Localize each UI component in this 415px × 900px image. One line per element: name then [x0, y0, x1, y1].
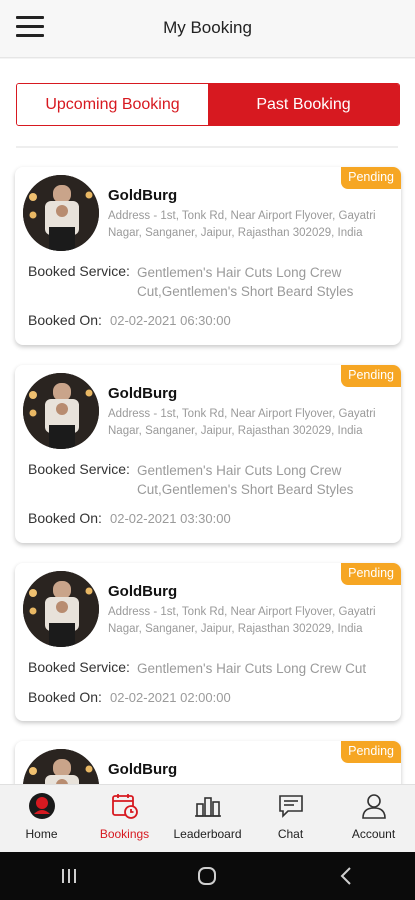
leaderboard-icon	[193, 791, 223, 821]
home-circle-icon	[198, 867, 217, 885]
shop-name: GoldBurg	[108, 385, 178, 402]
home-button[interactable]	[177, 856, 237, 896]
nav-leaderboard-label: Leaderboard	[173, 827, 242, 841]
nav-home-label: Home	[25, 827, 58, 841]
booked-on-label: Booked On:	[28, 312, 102, 328]
nav-bookings[interactable]: Bookings	[83, 785, 166, 852]
nav-home[interactable]: Home	[0, 785, 83, 852]
shop-avatar	[23, 749, 99, 784]
booked-service-value: Gentlemen's Hair Cuts Long Crew Cut,Gent…	[137, 265, 354, 299]
tab-past-booking[interactable]: Past Booking	[208, 84, 399, 125]
calendar-clock-icon	[110, 791, 140, 821]
account-icon	[359, 791, 389, 821]
shop-avatar	[23, 373, 99, 449]
back-button[interactable]	[316, 856, 376, 896]
booking-card[interactable]: Pending GoldBurg Address - 1st, Tonk Rd,…	[15, 563, 401, 721]
shop-address: Address - 1st, Tonk Rd, Near Airport Fly…	[108, 606, 376, 635]
recent-apps-icon	[62, 869, 77, 883]
booked-service-label: Booked Service:	[28, 659, 130, 675]
booking-card[interactable]: Pending GoldBurg Address - 1st, Tonk Rd,…	[15, 365, 401, 543]
nav-leaderboard[interactable]: Leaderboard	[166, 785, 249, 852]
booked-on-value: 02-02-2021 02:00:00	[110, 690, 231, 705]
app-bar: My Booking	[0, 0, 415, 58]
booked-on-label: Booked On:	[28, 689, 102, 705]
shop-address: Address - 1st, Tonk Rd, Near Airport Fly…	[108, 408, 376, 437]
nav-chat[interactable]: Chat	[249, 785, 332, 852]
recent-apps-button[interactable]	[39, 856, 99, 896]
booking-list-view[interactable]: Upcoming Booking Past Booking Pending Go…	[0, 59, 415, 784]
nav-bookings-label: Bookings	[99, 827, 150, 841]
chat-icon	[276, 791, 306, 821]
booked-service-label: Booked Service:	[28, 461, 130, 477]
shop-avatar	[23, 175, 99, 251]
shop-name: GoldBurg	[108, 187, 178, 204]
booking-tabs: Upcoming Booking Past Booking	[16, 83, 400, 126]
status-badge: Pending	[341, 741, 401, 763]
barber-home-icon	[27, 791, 57, 821]
bottom-navigation: Home Bookings Leaderboard Chat Account	[0, 784, 415, 852]
shop-name: GoldBurg	[108, 761, 178, 778]
shop-avatar	[23, 571, 99, 647]
divider	[16, 146, 398, 148]
booked-on-value: 02-02-2021 03:30:00	[110, 511, 231, 526]
shop-address: Address - 1st, Tonk Rd, Near Airport Fly…	[108, 210, 376, 239]
shop-name: GoldBurg	[108, 583, 178, 600]
booking-card[interactable]: Pending GoldBurg Address - 1st, Tonk Rd,…	[15, 167, 401, 345]
tab-upcoming-booking[interactable]: Upcoming Booking	[17, 84, 208, 125]
nav-account[interactable]: Account	[332, 785, 415, 852]
booked-service-label: Booked Service:	[28, 263, 130, 279]
page-title: My Booking	[163, 18, 252, 37]
nav-account-label: Account	[351, 827, 396, 841]
status-badge: Pending	[341, 365, 401, 387]
booked-service-value: Gentlemen's Hair Cuts Long Crew Cut,Gent…	[137, 463, 354, 497]
status-badge: Pending	[341, 167, 401, 189]
booked-on-label: Booked On:	[28, 510, 102, 526]
nav-chat-label: Chat	[277, 827, 304, 841]
back-chevron-icon	[340, 867, 351, 885]
booking-card[interactable]: Pending GoldBurg	[15, 741, 401, 784]
booked-on-value: 02-02-2021 06:30:00	[110, 313, 231, 328]
system-navigation-bar	[0, 852, 415, 900]
booked-service-value: Gentlemen's Hair Cuts Long Crew Cut	[137, 661, 367, 676]
status-badge: Pending	[341, 563, 401, 585]
